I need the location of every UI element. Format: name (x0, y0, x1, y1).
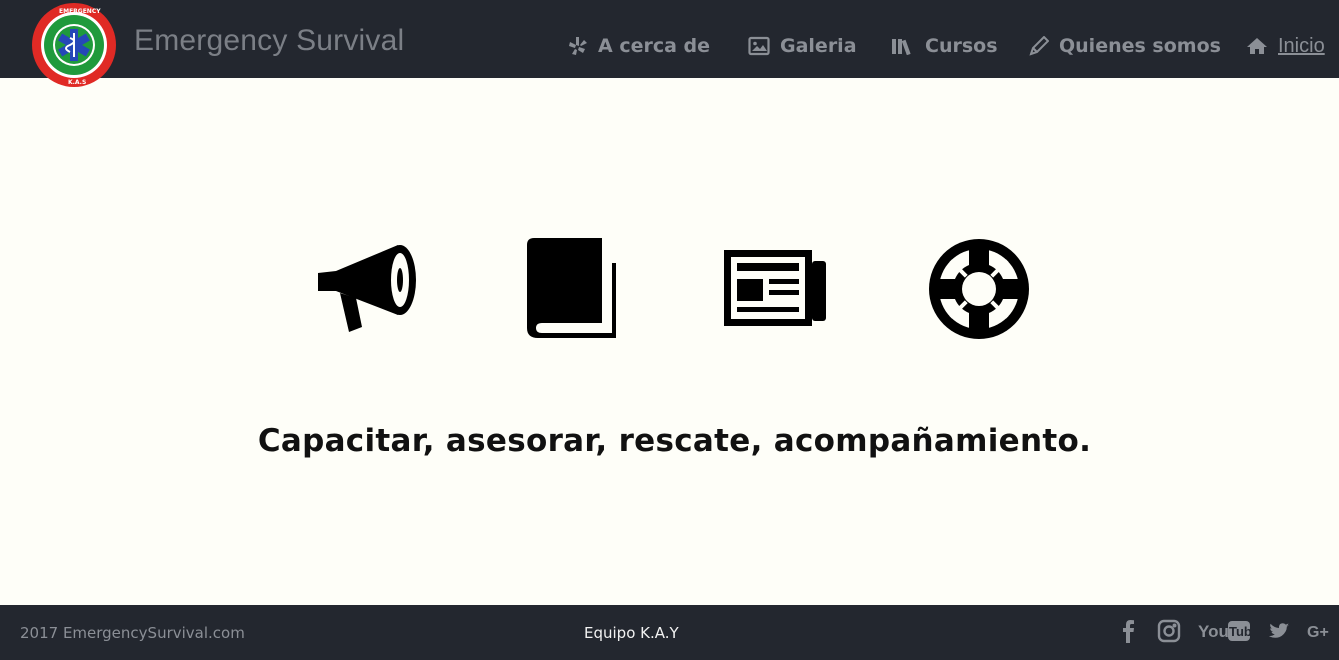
google-plus-icon[interactable]: G+ (1307, 618, 1331, 648)
megaphone-icon (314, 243, 418, 339)
headline: Capacitar, asesorar, rescate, acompañami… (257, 423, 1092, 459)
footer: 2017 EmergencySurvival.com Equipo K.A.Y … (0, 605, 1339, 660)
emergency-survival-logo[interactable]: EMERGENCY K.A.S (29, 2, 119, 88)
team-credit: Equipo K.A.Y (584, 624, 679, 642)
svg-text:G+: G+ (1307, 624, 1329, 641)
facebook-icon[interactable] (1120, 618, 1136, 648)
twitter-icon[interactable] (1268, 618, 1290, 648)
instagram-icon[interactable] (1157, 618, 1181, 648)
copyright-text: 2017 EmergencySurvival.com (20, 624, 245, 642)
book-icon (526, 237, 616, 343)
svg-text:K.A.S: K.A.S (68, 79, 86, 86)
newspaper-icon (723, 249, 827, 331)
youtube-icon[interactable]: You Tube (1198, 618, 1259, 648)
svg-text:You: You (1198, 622, 1229, 641)
svg-text:EMERGENCY: EMERGENCY (59, 8, 101, 15)
svg-text:Tube: Tube (1229, 624, 1250, 639)
features-section: Capacitar, asesorar, rescate, acompañami… (0, 0, 1339, 660)
life-ring-icon (928, 238, 1030, 344)
